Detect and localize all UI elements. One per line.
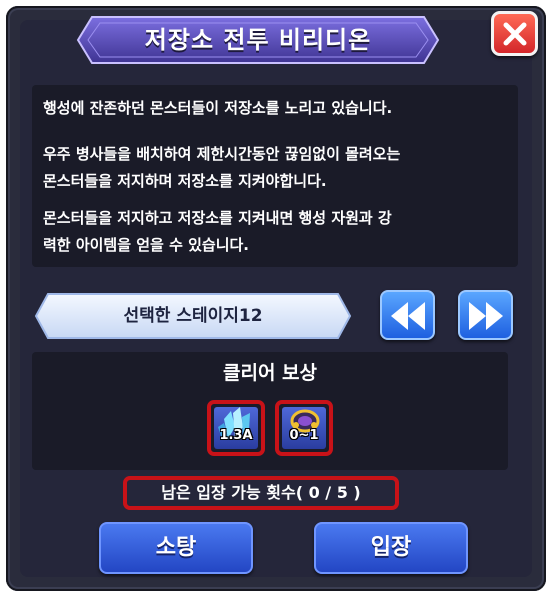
double-right-arrow-icon	[469, 302, 503, 330]
prev-stage-button[interactable]	[380, 290, 435, 340]
description-line: 몬스터들을 저지하고 저장소를 지켜내면 행성 자원과 강	[43, 209, 392, 227]
reward-quantity: 1.3A	[219, 428, 253, 443]
stage-selector[interactable]: 선택한 스테이지12	[34, 292, 352, 340]
entry-count-label: 남은 입장 가능 횟수( 0 / 5 )	[123, 476, 399, 510]
title-banner: 저장소 전투 비리디온	[76, 15, 440, 65]
description-line: 력한 아이템을 얻을 수 있습니다.	[43, 236, 249, 254]
close-icon	[503, 22, 527, 46]
reward-item[interactable]: 1.3A	[207, 400, 265, 456]
close-button[interactable]	[491, 11, 538, 56]
description-panel: 행성에 잔존하던 몬스터들이 저장소를 노리고 있습니다. 우주 병사들을 배치…	[32, 85, 518, 267]
description-line: 행성에 잔존하던 몬스터들이 저장소를 노리고 있습니다.	[43, 99, 393, 117]
reward-item[interactable]: 0~1	[275, 400, 333, 456]
page-title: 저장소 전투 비리디온	[144, 26, 372, 54]
reward-panel: 클리어 보상 1.3A 0~1	[32, 352, 508, 470]
next-stage-button[interactable]	[458, 290, 513, 340]
double-left-arrow-icon	[391, 302, 425, 330]
sweep-button[interactable]: 소탕	[99, 522, 253, 574]
enter-button[interactable]: 입장	[314, 522, 468, 574]
reward-title: 클리어 보상	[222, 362, 317, 384]
reward-quantity: 0~1	[289, 428, 319, 443]
description-line: 몬스터들을 저지하며 저장소를 지켜야합니다.	[43, 172, 327, 190]
description-line: 우주 병사들을 배치하여 제한시간동안 끊임없이 몰려오는	[43, 145, 401, 163]
stage-label: 선택한 스테이지12	[123, 306, 263, 326]
